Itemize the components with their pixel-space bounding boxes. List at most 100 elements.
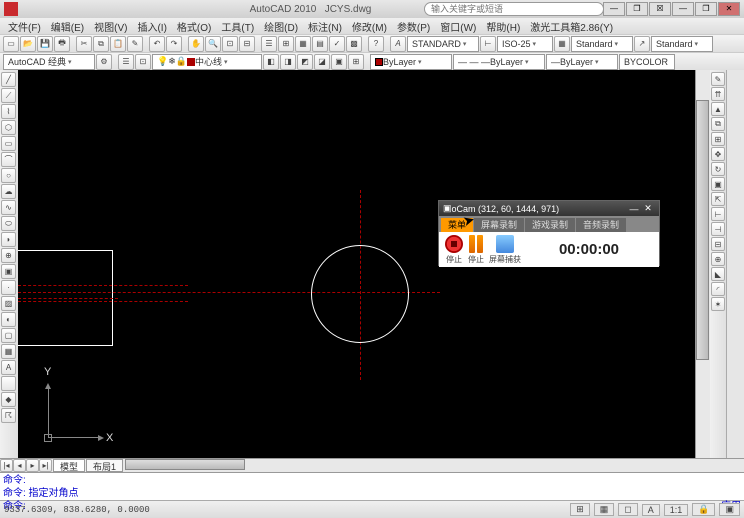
pan-icon[interactable]: ✋ [188, 36, 204, 52]
menu-format[interactable]: 格式(O) [173, 19, 215, 34]
save-icon[interactable]: 💾 [37, 36, 53, 52]
mtext-icon[interactable]: A [1, 360, 16, 375]
undo-icon[interactable]: ↶ [149, 36, 165, 52]
command-line[interactable]: 命令: 命令: 指定对角点 命令:应用 [0, 472, 744, 500]
dc-icon[interactable]: ⊞ [278, 36, 294, 52]
tab-model[interactable]: 模型 [53, 459, 85, 472]
tblstyle-icon[interactable]: ▦ [554, 36, 570, 52]
hatch-icon[interactable]: ▨ [1, 296, 16, 311]
restore-button[interactable]: ❐ [626, 2, 648, 16]
layermgr-icon[interactable]: ☰ [118, 54, 134, 70]
status-grid[interactable]: ▦ [594, 503, 615, 516]
cut-icon[interactable]: ✂ [76, 36, 92, 52]
workspace-select[interactable]: AutoCAD 经典 [3, 54, 95, 70]
menu-file[interactable]: 文件(F) [4, 19, 45, 34]
region-icon[interactable]: ▢ [1, 328, 16, 343]
close-button[interactable]: ✕ [718, 2, 740, 16]
mirror-icon[interactable]: ▲ [711, 102, 725, 116]
layerprev-icon[interactable]: ◩ [297, 54, 313, 70]
join-icon[interactable]: ⊕ [711, 252, 725, 266]
ellipsearc-icon[interactable]: ◗ [1, 232, 16, 247]
zoomwin-icon[interactable]: ⊡ [222, 36, 238, 52]
ssm-icon[interactable]: ▤ [312, 36, 328, 52]
tab-last-icon[interactable]: ▸| [39, 459, 52, 472]
menu-window[interactable]: 窗口(W) [436, 19, 480, 34]
ocam-min-button[interactable]: — [627, 204, 641, 214]
help-icon[interactable]: ? [368, 36, 384, 52]
table-icon[interactable]: ▦ [1, 344, 16, 359]
layermatch-icon[interactable]: ◨ [280, 54, 296, 70]
menu-tools[interactable]: 工具(T) [217, 19, 258, 34]
xline-icon[interactable]: ⟋ [1, 88, 16, 103]
menu-help[interactable]: 帮助(H) [482, 19, 524, 34]
menu-edit[interactable]: 编辑(E) [47, 19, 88, 34]
break-icon[interactable]: ⊟ [711, 237, 725, 251]
circle-icon[interactable]: ○ [1, 168, 16, 183]
lineweight-select[interactable]: — ByLayer [546, 54, 618, 70]
linetype-select[interactable]: — — — ByLayer [453, 54, 545, 70]
textstyle-select[interactable]: STANDARD [407, 36, 479, 52]
spline-icon[interactable]: ∿ [1, 200, 16, 215]
tablestyle-select[interactable]: Standard [571, 36, 633, 52]
color-select[interactable]: ByLayer [370, 54, 452, 70]
minimize-button[interactable]: — [603, 2, 625, 16]
point-icon[interactable]: · [1, 280, 16, 295]
help-button[interactable]: ☒ [649, 2, 671, 16]
paste-icon[interactable]: 📋 [110, 36, 126, 52]
status-lock[interactable]: 🔒 [692, 503, 715, 516]
copy-icon[interactable]: ⧉ [93, 36, 109, 52]
menu-view[interactable]: 视图(V) [90, 19, 131, 34]
ocam-tab-menu[interactable]: 菜单 [441, 218, 473, 232]
polygon-icon[interactable]: ⬡ [1, 120, 16, 135]
status-max[interactable]: ▣ [719, 503, 740, 516]
menu-modify[interactable]: 修改(M) [348, 19, 391, 34]
minimize2-button[interactable]: — [672, 2, 694, 16]
new-icon[interactable]: ▭ [3, 36, 19, 52]
match-icon[interactable]: ✎ [127, 36, 143, 52]
ellipse-icon[interactable]: ⬭ [1, 216, 16, 231]
mark-icon[interactable]: ✓ [329, 36, 345, 52]
trim-icon[interactable]: ⊢ [711, 207, 725, 221]
menu-draw[interactable]: 绘图(D) [260, 19, 302, 34]
ocam-capture-button[interactable]: 屏幕捕获 [489, 235, 521, 265]
rect-icon[interactable]: ▭ [1, 136, 16, 151]
layer4-icon[interactable]: ◪ [314, 54, 330, 70]
offset-icon[interactable]: ⧉ [711, 117, 725, 131]
erase-icon[interactable]: ✎ [711, 72, 725, 86]
array-icon[interactable]: ⊞ [711, 132, 725, 146]
zoomprev-icon[interactable]: ⊟ [239, 36, 255, 52]
restore2-button[interactable]: ❐ [695, 2, 717, 16]
scrollbar-horizontal[interactable] [125, 459, 744, 472]
mleaderstyle-select[interactable]: Standard [651, 36, 713, 52]
status-snap[interactable]: ◻ [618, 503, 637, 516]
ocam-stop-button[interactable]: 停止 [445, 235, 463, 265]
ocam-tab-audio[interactable]: 音频录制 [576, 218, 626, 232]
scale-icon[interactable]: ▣ [711, 177, 725, 191]
search-input[interactable] [424, 2, 604, 16]
extend-icon[interactable]: ⊣ [711, 222, 725, 236]
line-icon[interactable]: ╱ [1, 72, 16, 87]
open-icon[interactable]: 📂 [20, 36, 36, 52]
zoom-icon[interactable]: 🔍 [205, 36, 221, 52]
dimstyle-select[interactable]: ISO-25 [497, 36, 553, 52]
move-icon[interactable]: ✥ [711, 147, 725, 161]
plotstyle-select[interactable]: BYCOLOR [619, 54, 675, 70]
dimstyle-icon[interactable]: ⊢ [480, 36, 496, 52]
ocam-window[interactable]: ▣ oCam (312, 60, 1444, 971) — ✕ 菜单 屏幕录制 … [438, 200, 660, 266]
scale-readout[interactable]: 1:1 [664, 504, 689, 516]
menu-dim[interactable]: 标注(N) [304, 19, 346, 34]
ocam-titlebar[interactable]: ▣ oCam (312, 60, 1444, 971) — ✕ [439, 201, 659, 216]
explode-icon[interactable]: ✶ [711, 297, 725, 311]
scrollbar-vertical[interactable] [695, 70, 710, 458]
copy2-icon[interactable]: ⇈ [711, 87, 725, 101]
tab-prev-icon[interactable]: ◂ [13, 459, 26, 472]
pline-icon[interactable]: ⌇ [1, 104, 16, 119]
layer-select[interactable]: 💡❄🔒 中心线 [152, 54, 262, 70]
layer5-icon[interactable]: ▣ [331, 54, 347, 70]
textstyle-icon[interactable]: A [390, 36, 406, 52]
gradient-icon[interactable]: ◐ [1, 312, 16, 327]
menu-insert[interactable]: 插入(I) [133, 19, 170, 34]
tab-first-icon[interactable]: |◂ [0, 459, 13, 472]
block-icon[interactable]: ▣ [1, 264, 16, 279]
ocam-pause-button[interactable]: 停止 [467, 235, 485, 265]
